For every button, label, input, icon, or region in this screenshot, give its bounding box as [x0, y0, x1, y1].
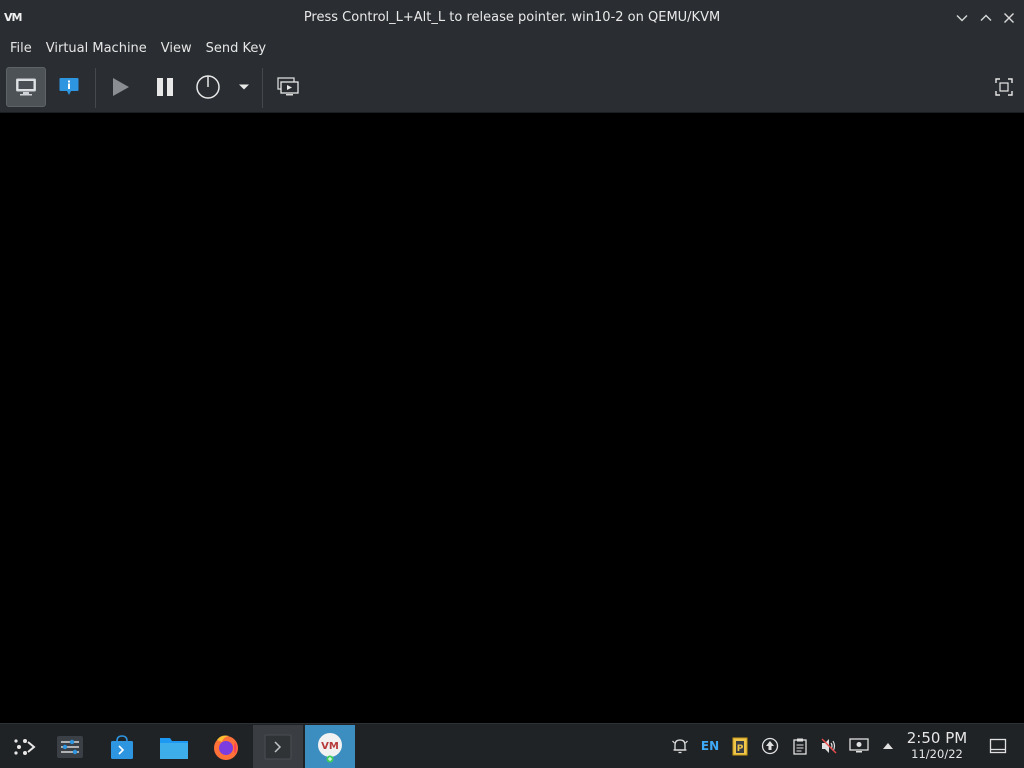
title-bar[interactable]: VM Press Control_L+Alt_L to release poin… [0, 0, 1024, 36]
terminal-icon [264, 734, 292, 760]
menu-virtual-machine[interactable]: Virtual Machine [39, 36, 154, 62]
console-view-button[interactable] [6, 67, 46, 107]
clock-time: 2:50 PM [906, 729, 968, 747]
shutdown-button[interactable] [188, 67, 228, 107]
clipboard-paste-button[interactable]: P [730, 736, 750, 756]
notifications-button[interactable] [670, 736, 690, 756]
shutdown-options-button[interactable] [232, 67, 256, 107]
show-desktop-button[interactable] [988, 736, 1008, 756]
run-button[interactable] [100, 67, 140, 107]
digital-clock[interactable]: 2:50 PM 11/20/22 [900, 729, 974, 761]
updates-icon [761, 737, 779, 755]
info-icon [59, 78, 79, 95]
monitor-icon [16, 78, 36, 96]
pause-icon [157, 78, 173, 96]
system-settings-button[interactable] [45, 725, 95, 768]
keyboard-layout-button[interactable]: EN [700, 736, 720, 756]
maximize-button[interactable] [977, 9, 995, 27]
launcher-icon [14, 739, 36, 755]
virt-manager-icon: VM [318, 733, 342, 763]
firefox-button[interactable] [201, 725, 251, 768]
menu-file[interactable]: File [3, 36, 39, 62]
window-title: Press Control_L+Alt_L to release pointer… [303, 10, 721, 25]
file-manager-button[interactable] [149, 725, 199, 768]
vm-console-display[interactable] [0, 113, 1024, 723]
keyboard-layout-label: EN [700, 739, 720, 753]
fullscreen-button[interactable] [984, 67, 1024, 107]
menu-send-key[interactable]: Send Key [199, 36, 273, 62]
play-icon [113, 78, 129, 96]
display-icon [849, 738, 869, 753]
virt-manager-logo: VM [321, 741, 339, 752]
clipboard-button[interactable] [790, 736, 810, 756]
svg-text:P: P [737, 744, 744, 754]
display-configuration-button[interactable] [849, 736, 869, 756]
minimize-button[interactable] [953, 9, 971, 27]
power-icon [196, 75, 220, 99]
menu-view[interactable]: View [154, 36, 199, 62]
toolbar [0, 62, 1024, 113]
notifications-icon [672, 739, 688, 754]
application-launcher-button[interactable] [0, 725, 50, 768]
snapshot-icon [277, 77, 299, 96]
folder-icon [160, 738, 188, 759]
toolbar-separator [95, 68, 96, 108]
menu-bar: File Virtual Machine View Send Key [0, 36, 1024, 62]
close-button[interactable] [1000, 9, 1018, 27]
taskbar: VM EN P 2:50 PM 11/20/22 [0, 723, 1024, 768]
maximize-icon [980, 14, 992, 21]
updates-button[interactable] [760, 736, 780, 756]
firefox-icon [214, 735, 238, 760]
clipboard-icon [793, 738, 807, 755]
tray-expand-icon [883, 743, 893, 749]
volume-button[interactable] [819, 736, 839, 756]
settings-icon [57, 736, 83, 758]
show-desktop-icon [989, 738, 1007, 754]
tray-expand-button[interactable] [878, 736, 898, 756]
minimize-icon [956, 15, 968, 22]
pause-button[interactable] [145, 67, 185, 107]
terminal-button[interactable] [253, 725, 303, 768]
volume-muted-icon [821, 738, 837, 754]
close-icon [1004, 13, 1014, 23]
details-view-button[interactable] [49, 67, 89, 107]
clipboard-paste-icon: P [732, 737, 748, 756]
clock-date: 11/20/22 [911, 747, 963, 761]
virt-manager-button[interactable]: VM [305, 725, 355, 768]
fullscreen-icon [995, 78, 1013, 96]
discover-store-button[interactable] [97, 725, 147, 768]
chevron-down-icon [239, 84, 249, 90]
snapshots-button[interactable] [268, 67, 308, 107]
toolbar-separator [262, 68, 263, 108]
store-icon [111, 735, 133, 759]
